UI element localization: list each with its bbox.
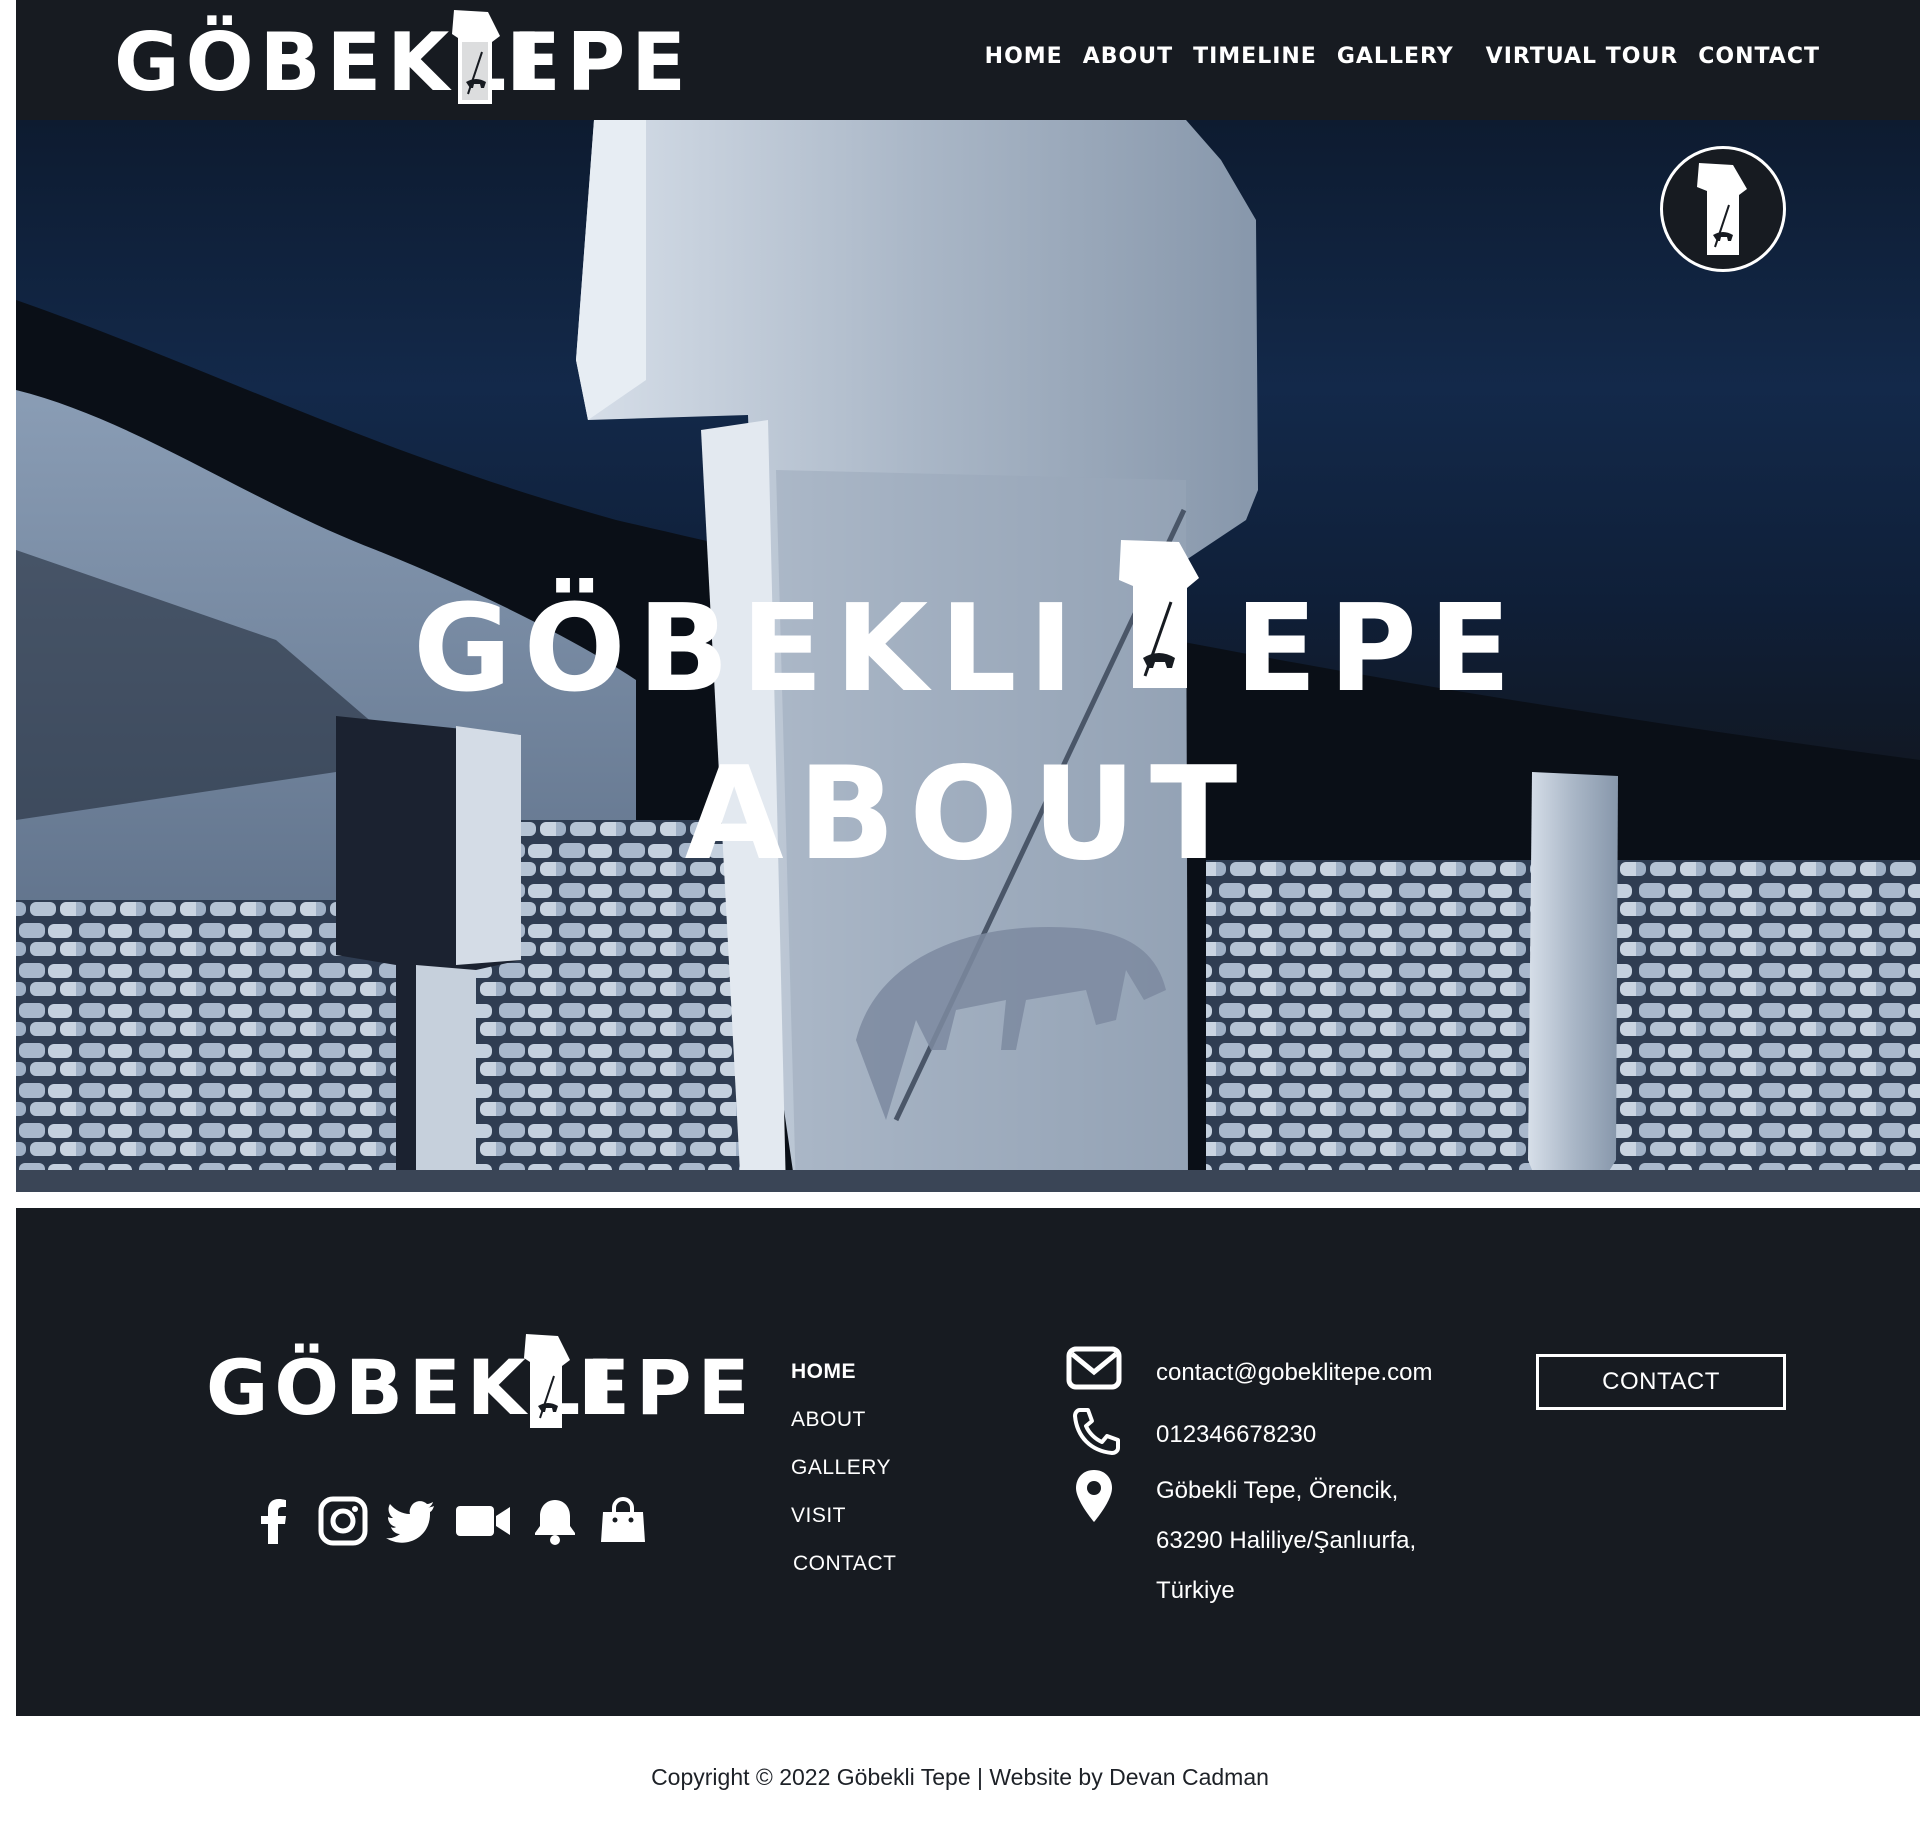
video-icon[interactable] bbox=[454, 1496, 512, 1546]
address-line-3: Türkiye bbox=[1156, 1577, 1235, 1604]
pillar-emblem-badge bbox=[1660, 146, 1786, 272]
footer-logo[interactable]: GÖBEKLI EPE bbox=[206, 1334, 750, 1434]
pillar-logo-icon bbox=[1118, 540, 1199, 688]
page-left-margin bbox=[0, 0, 16, 1716]
hero-heading: GÖBEKLI EPE ABOUT bbox=[16, 540, 1920, 890]
contact-phone[interactable]: 012346678230 bbox=[1156, 1410, 1316, 1460]
bell-icon[interactable] bbox=[530, 1496, 580, 1546]
social-links bbox=[250, 1496, 648, 1546]
nav-home[interactable]: HOME bbox=[985, 44, 1063, 69]
nav-virtual-tour[interactable]: VIRTUAL TOUR bbox=[1486, 44, 1679, 69]
footer-nav-about[interactable]: ABOUT bbox=[791, 1396, 896, 1444]
footer-nav-home[interactable]: HOME bbox=[791, 1348, 896, 1396]
phone-icon bbox=[1066, 1406, 1122, 1456]
facebook-icon[interactable] bbox=[250, 1496, 300, 1546]
footer-nav-visit[interactable]: VISIT bbox=[791, 1492, 896, 1540]
shopping-bag-icon[interactable] bbox=[598, 1496, 648, 1546]
contact-button[interactable]: CONTACT bbox=[1536, 1354, 1786, 1410]
location-pin-icon bbox=[1066, 1468, 1122, 1522]
hero-subtitle: ABOUT bbox=[684, 740, 1252, 889]
copyright-text: Copyright © 2022 Göbekli Tepe | Website … bbox=[651, 1764, 1269, 1790]
header-logo[interactable]: GÖBEKLI EPE bbox=[114, 4, 686, 114]
instagram-icon[interactable] bbox=[318, 1496, 368, 1546]
contact-address: Göbekli Tepe, Örencik, 63290 Haliliye/Şa… bbox=[1156, 1466, 1416, 1616]
nav-timeline[interactable]: TIMELINE bbox=[1193, 44, 1317, 69]
twitter-icon[interactable] bbox=[386, 1496, 436, 1546]
hero-logo-text-left: GÖBEKLI bbox=[413, 580, 1139, 719]
nav-gallery[interactable]: GALLERY bbox=[1337, 44, 1454, 69]
footer-nav-gallery[interactable]: GALLERY bbox=[791, 1444, 896, 1492]
hero-logo: GÖBEKLI EPE bbox=[413, 540, 1523, 720]
site-header: GÖBEKLI EPE HOME ABOUT TIMELINE GALLERY … bbox=[16, 0, 1920, 120]
pillar-logo-icon bbox=[452, 10, 500, 104]
address-line-1: Göbekli Tepe, Örencik, bbox=[1156, 1477, 1399, 1504]
pillar-logo-icon bbox=[524, 1334, 570, 1428]
nav-contact[interactable]: CONTACT bbox=[1698, 44, 1820, 69]
address-line-2: 63290 Haliliye/Şanlıurfa, bbox=[1156, 1527, 1417, 1554]
hero-logo-text-right: EPE bbox=[1234, 580, 1523, 719]
pillar-logo-icon bbox=[1697, 163, 1747, 255]
contact-email-link[interactable]: contact@gobeklitepe.com bbox=[1156, 1348, 1433, 1398]
site-footer: GÖBEKLI EPE HOME ABOUT GALLERY VISIT CON… bbox=[16, 1208, 1920, 1716]
main-nav: HOME ABOUT TIMELINE GALLERY VIRTUAL TOUR… bbox=[985, 44, 1820, 69]
hero-section: GÖBEKLI EPE ABOUT bbox=[16, 120, 1920, 1192]
footer-nav: HOME ABOUT GALLERY VISIT CONTACT bbox=[791, 1348, 896, 1588]
nav-about[interactable]: ABOUT bbox=[1083, 44, 1173, 69]
footer-nav-contact[interactable]: CONTACT bbox=[793, 1540, 896, 1588]
logo-text-right: EPE bbox=[506, 16, 692, 109]
section-divider bbox=[16, 1192, 1920, 1208]
footer-logo-text-right: EPE bbox=[578, 1343, 756, 1432]
envelope-icon bbox=[1066, 1344, 1122, 1394]
